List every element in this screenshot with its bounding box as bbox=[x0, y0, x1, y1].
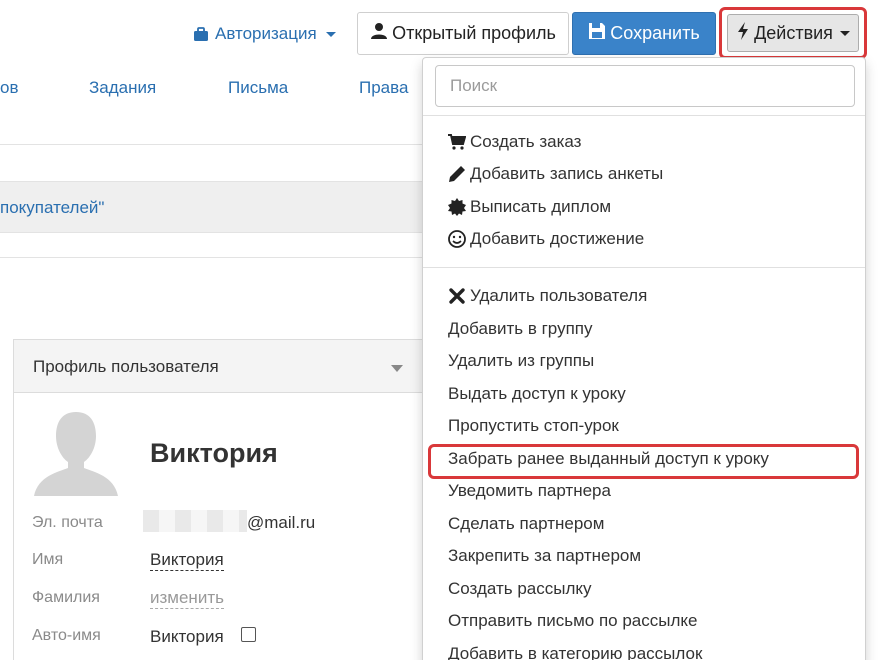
certificate-icon bbox=[448, 198, 466, 216]
save-button[interactable]: Сохранить bbox=[572, 12, 716, 55]
panel-title: Профиль пользователя bbox=[33, 357, 219, 376]
menu-item-label: Забрать ранее выданный доступ к уроку bbox=[448, 449, 769, 468]
actions-button[interactable]: Действия bbox=[727, 14, 859, 52]
field-label-last-name: Фамилия bbox=[32, 589, 100, 606]
menu-item-label: Уведомить партнера bbox=[448, 481, 611, 500]
smile-icon bbox=[448, 230, 466, 248]
panel-header: Профиль пользователя bbox=[14, 340, 432, 393]
auto-name-value: Виктория bbox=[150, 627, 224, 646]
info-band: покупателей" bbox=[0, 181, 422, 233]
menu-item-delete-user[interactable]: Удалить пользователя bbox=[448, 284, 647, 308]
avatar bbox=[32, 408, 120, 496]
menu-item-send-mailing-letter[interactable]: Отправить письмо по рассылке bbox=[448, 609, 697, 633]
collapse-caret-icon[interactable] bbox=[391, 365, 403, 372]
close-icon bbox=[448, 287, 466, 305]
user-name: Виктория bbox=[150, 438, 278, 468]
authorization-label: Авторизация bbox=[215, 24, 317, 43]
menu-item-label: Выдать доступ к уроку bbox=[448, 384, 626, 403]
menu-item-issue-diploma[interactable]: Выписать диплом bbox=[448, 195, 611, 219]
menu-item-add-survey-record[interactable]: Добавить запись анкеты bbox=[448, 162, 663, 186]
menu-item-label: Пропустить стоп-урок bbox=[448, 416, 619, 435]
actions-dropdown-menu: Создать заказ Добавить запись анкеты Вып… bbox=[422, 57, 866, 660]
menu-item-remove-from-group[interactable]: Удалить из группы bbox=[448, 349, 594, 373]
menu-item-skip-stop-lesson[interactable]: Пропустить стоп-урок bbox=[448, 414, 619, 438]
menu-item-label: Создать заказ bbox=[470, 132, 582, 151]
nav-tab-tasks[interactable]: Задания bbox=[89, 78, 156, 98]
menu-item-label: Создать рассылку bbox=[448, 579, 592, 598]
menu-item-add-to-group[interactable]: Добавить в группу bbox=[448, 317, 592, 341]
user-icon bbox=[370, 22, 388, 45]
menu-item-label: Добавить в категорию рассылок bbox=[448, 644, 703, 660]
band-link[interactable]: покупателей" bbox=[0, 198, 104, 218]
menu-item-label: Добавить в группу bbox=[448, 319, 593, 338]
chevron-down-icon bbox=[839, 30, 850, 36]
field-label-first-name: Имя bbox=[32, 551, 64, 568]
open-profile-label: Открытый профиль bbox=[392, 23, 556, 43]
menu-item-assign-to-partner[interactable]: Закрепить за партнером bbox=[448, 544, 641, 568]
lightning-icon bbox=[736, 21, 750, 45]
user-profile-panel: Профиль пользователя bbox=[13, 339, 433, 660]
divider bbox=[423, 267, 865, 268]
menu-item-label: Добавить запись анкеты bbox=[470, 164, 664, 183]
field-label-email: Эл. почта bbox=[32, 514, 103, 531]
menu-item-label: Закрепить за партнером bbox=[448, 546, 642, 565]
field-label-auto-name: Авто-имя bbox=[32, 627, 101, 644]
menu-item-grant-lesson-access[interactable]: Выдать доступ к уроку bbox=[448, 382, 626, 406]
auto-name-checkbox[interactable] bbox=[241, 627, 256, 642]
last-name-edit-link[interactable]: изменить bbox=[150, 588, 224, 609]
search-input[interactable] bbox=[435, 65, 855, 107]
first-name-value[interactable]: Виктория bbox=[150, 550, 224, 571]
menu-item-label: Отправить письмо по рассылке bbox=[448, 611, 698, 630]
menu-item-label: Удалить пользователя bbox=[470, 286, 648, 305]
open-profile-button[interactable]: Открытый профиль bbox=[357, 12, 569, 55]
chevron-down-icon bbox=[325, 31, 336, 37]
actions-label: Действия bbox=[754, 22, 833, 43]
menu-item-make-partner[interactable]: Сделать партнером bbox=[448, 512, 604, 536]
floppy-disk-icon bbox=[588, 22, 606, 45]
nav-tab-rights[interactable]: Права bbox=[359, 78, 408, 98]
menu-item-revoke-lesson-access[interactable]: Забрать ранее выданный доступ к уроку bbox=[448, 447, 769, 471]
menu-item-label: Сделать партнером bbox=[448, 514, 605, 533]
divider bbox=[0, 257, 422, 258]
email-redacted bbox=[143, 510, 247, 532]
menu-item-add-to-mailing-category[interactable]: Добавить в категорию рассылок bbox=[448, 642, 702, 660]
divider bbox=[0, 144, 422, 145]
cart-icon bbox=[448, 134, 466, 150]
menu-item-notify-partner[interactable]: Уведомить партнера bbox=[448, 479, 611, 503]
menu-item-add-achievement[interactable]: Добавить достижение bbox=[448, 227, 644, 251]
menu-item-label: Добавить достижение bbox=[470, 229, 645, 248]
nav-tab-letters[interactable]: Письма bbox=[228, 78, 288, 98]
nav-tab-partial[interactable]: ов bbox=[0, 78, 19, 98]
briefcase-icon bbox=[193, 26, 209, 42]
email-value: @mail.ru bbox=[247, 513, 316, 532]
authorization-dropdown[interactable]: Авторизация bbox=[193, 22, 336, 46]
menu-item-label: Выписать диплом bbox=[470, 197, 612, 216]
menu-item-create-mailing[interactable]: Создать рассылку bbox=[448, 577, 592, 601]
save-label: Сохранить bbox=[610, 23, 700, 43]
menu-item-create-order[interactable]: Создать заказ bbox=[448, 130, 581, 154]
menu-item-label: Удалить из группы bbox=[448, 351, 595, 370]
pencil-icon bbox=[448, 165, 466, 183]
divider bbox=[423, 115, 865, 116]
